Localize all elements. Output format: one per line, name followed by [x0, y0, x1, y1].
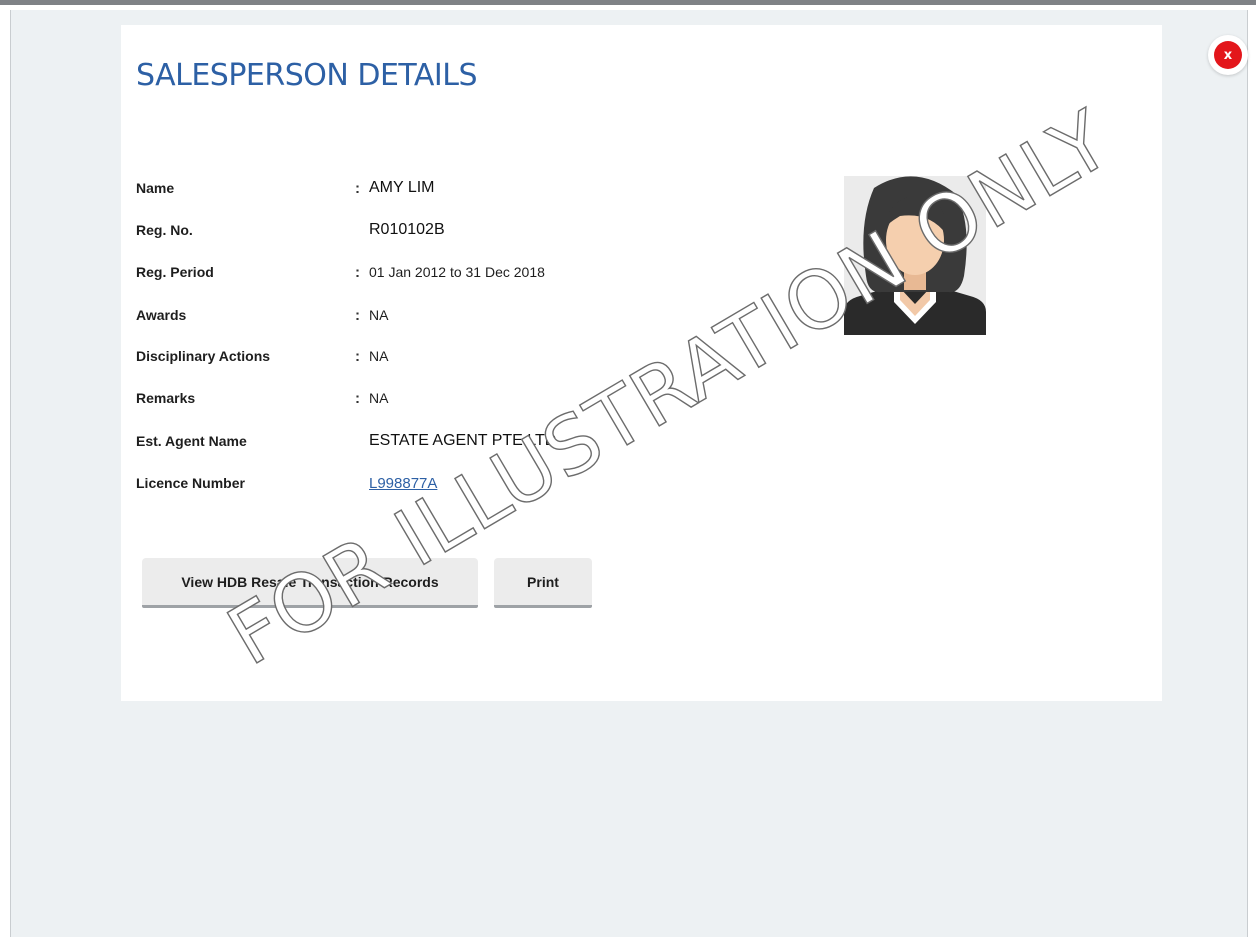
detail-row-reg-no: Reg. No. R010102B — [136, 219, 696, 241]
detail-value-est-agent-name: ESTATE AGENT PTE LTD — [369, 432, 557, 449]
window-frame: SALESPERSON DETAILS Name : AMY LIM Reg. … — [0, 0, 1256, 937]
detail-row-awards: Awards : NA — [136, 304, 696, 326]
detail-label-remarks: Remarks — [136, 390, 196, 406]
detail-value-name: AMY LIM — [369, 179, 435, 196]
detail-label-name: Name — [136, 180, 175, 196]
detail-row-est-agent-name: Est. Agent Name ESTATE AGENT PTE LTD — [136, 430, 696, 452]
salesperson-details-panel: SALESPERSON DETAILS Name : AMY LIM Reg. … — [121, 25, 1162, 701]
view-hdb-resale-records-button[interactable]: View HDB Resale Transaction Records — [142, 558, 478, 608]
detail-colon: : — [355, 347, 360, 365]
detail-row-remarks: Remarks : NA — [136, 387, 696, 409]
detail-value-reg-period: 01 Jan 2012 to 31 Dec 2018 — [369, 264, 545, 280]
detail-value-reg-no: R010102B — [369, 221, 445, 238]
detail-colon: : — [355, 179, 360, 197]
detail-row-disciplinary-actions: Disciplinary Actions : NA — [136, 345, 696, 367]
detail-label-licence-number: Licence Number — [136, 475, 245, 491]
licence-number-link[interactable]: L998877A — [369, 475, 437, 492]
detail-row-licence-number: Licence Number L998877A — [136, 472, 696, 494]
print-button[interactable]: Print — [494, 558, 592, 608]
page-title: SALESPERSON DETAILS — [136, 58, 478, 93]
detail-value-awards: NA — [369, 307, 389, 323]
detail-row-reg-period: Reg. Period : 01 Jan 2012 to 31 Dec 2018 — [136, 261, 696, 283]
female-avatar-icon — [844, 176, 986, 335]
modal-overlay: SALESPERSON DETAILS Name : AMY LIM Reg. … — [10, 10, 1248, 937]
detail-label-awards: Awards — [136, 307, 187, 323]
detail-label-reg-period: Reg. Period — [136, 264, 214, 280]
detail-colon: : — [355, 263, 360, 281]
detail-value-disciplinary-actions: NA — [369, 348, 389, 364]
detail-label-disciplinary-actions: Disciplinary Actions — [136, 348, 271, 364]
detail-value-remarks: NA — [369, 390, 389, 406]
close-button[interactable]: x — [1208, 35, 1248, 75]
detail-colon: : — [355, 306, 360, 324]
detail-label-est-agent-name: Est. Agent Name — [136, 433, 247, 449]
detail-colon: : — [355, 389, 360, 407]
detail-label-reg-no: Reg. No. — [136, 222, 193, 238]
detail-row-name: Name : AMY LIM — [136, 177, 696, 199]
close-icon: x — [1214, 41, 1242, 69]
